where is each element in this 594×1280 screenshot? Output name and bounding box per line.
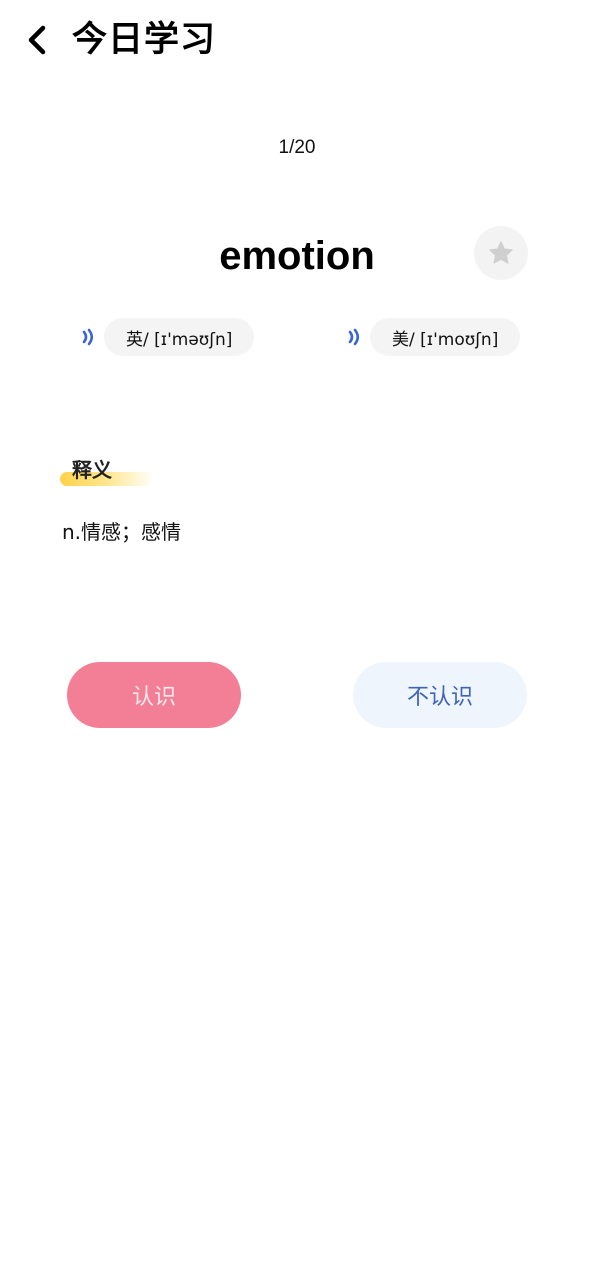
speaker-icon[interactable] [80, 318, 100, 356]
chevron-left-icon [28, 25, 46, 55]
pronunciation-us: 美/ [ɪ'moʊʃn] [346, 318, 521, 356]
star-icon [489, 241, 513, 264]
back-button[interactable] [18, 20, 58, 60]
speaker-icon[interactable] [346, 318, 366, 356]
definition-heading-label: 释义 [72, 458, 112, 482]
know-button[interactable]: 认识 [67, 662, 241, 728]
pronunciation-us-label[interactable]: 美/ [ɪ'moʊʃn] [370, 318, 521, 356]
favorite-button[interactable] [474, 226, 528, 280]
pronunciation-uk: 英/ [ɪ'məʊʃn] [80, 318, 255, 356]
page-title: 今日学习 [72, 20, 217, 60]
progress-counter: 1/20 [278, 137, 316, 158]
definition-heading: 释义 [60, 452, 170, 492]
dont-know-button[interactable]: 不认识 [353, 662, 527, 728]
definition-text: n.情感；感情 [62, 520, 182, 544]
pronunciation-uk-label[interactable]: 英/ [ɪ'məʊʃn] [104, 318, 255, 356]
header-bar: 今日学习 [0, 0, 594, 84]
